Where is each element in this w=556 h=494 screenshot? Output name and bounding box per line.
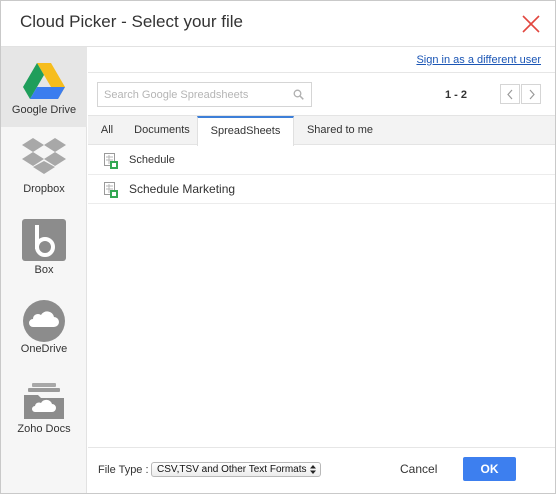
file-type-select[interactable]: CSV,TSV and Other Text Formats bbox=[151, 462, 321, 477]
file-name: Schedule Marketing bbox=[129, 182, 236, 196]
sidebar-item-box[interactable]: Box bbox=[1, 219, 87, 283]
spreadsheet-icon bbox=[104, 182, 118, 198]
file-row[interactable]: Schedule Marketing bbox=[88, 176, 555, 204]
file-browser: Sign in as a different user 1 - 2 All Do… bbox=[88, 47, 555, 493]
sidebar-item-label: Box bbox=[34, 264, 54, 276]
file-type-tabs: All Documents SpreadSheets Shared to me bbox=[88, 115, 555, 146]
tab-documents[interactable]: Documents bbox=[128, 116, 196, 145]
divider bbox=[88, 72, 555, 73]
sidebar-item-google-drive[interactable]: Google Drive bbox=[1, 47, 87, 127]
ok-button[interactable]: OK bbox=[463, 457, 516, 481]
select-arrows-icon bbox=[310, 465, 316, 474]
spreadsheet-icon bbox=[104, 153, 118, 169]
tab-shared-to-me[interactable]: Shared to me bbox=[302, 116, 378, 145]
chevron-right-icon bbox=[529, 89, 535, 100]
dialog-title: Cloud Picker - Select your file bbox=[20, 12, 243, 31]
next-page-button[interactable] bbox=[521, 84, 541, 104]
file-type-label: File Type : bbox=[98, 464, 149, 476]
sidebar-item-label: Google Drive bbox=[11, 104, 77, 116]
title-bar: Cloud Picker - Select your file bbox=[1, 1, 555, 47]
tab-all[interactable]: All bbox=[96, 116, 118, 145]
onedrive-icon bbox=[23, 300, 65, 342]
file-type-selected-value: CSV,TSV and Other Text Formats bbox=[157, 464, 307, 475]
sign-in-different-user-link[interactable]: Sign in as a different user bbox=[416, 54, 541, 66]
file-name: Schedule bbox=[129, 154, 175, 166]
sidebar-item-dropbox[interactable]: Dropbox bbox=[1, 136, 87, 200]
zoho-docs-icon bbox=[24, 383, 64, 419]
tab-spreadsheets[interactable]: SpreadSheets bbox=[197, 116, 294, 146]
page-range: 1 - 2 bbox=[444, 89, 467, 101]
service-sidebar: Google Drive Dropbox Box OneDrive Zoho D… bbox=[1, 47, 87, 493]
sidebar-item-label: Dropbox bbox=[23, 183, 65, 195]
prev-page-button[interactable] bbox=[500, 84, 520, 104]
file-row[interactable]: Schedule bbox=[88, 147, 555, 175]
cloud-picker-dialog: Cloud Picker - Select your file Google D… bbox=[0, 0, 556, 494]
search-input[interactable] bbox=[98, 83, 288, 106]
close-icon[interactable] bbox=[521, 14, 541, 34]
chevron-left-icon bbox=[507, 89, 513, 100]
cancel-button[interactable]: Cancel bbox=[400, 462, 437, 476]
sidebar-item-label: OneDrive bbox=[20, 343, 68, 355]
box-icon bbox=[22, 219, 66, 261]
search-box bbox=[97, 82, 312, 107]
sidebar-item-label: Zoho Docs bbox=[17, 423, 71, 435]
search-icon[interactable] bbox=[293, 89, 304, 100]
dialog-footer: File Type : CSV,TSV and Other Text Forma… bbox=[88, 447, 555, 493]
sidebar-item-onedrive[interactable]: OneDrive bbox=[1, 299, 87, 363]
google-drive-icon bbox=[23, 63, 65, 99]
sidebar-item-zoho-docs[interactable]: Zoho Docs bbox=[1, 381, 87, 445]
dropbox-icon bbox=[22, 138, 66, 174]
